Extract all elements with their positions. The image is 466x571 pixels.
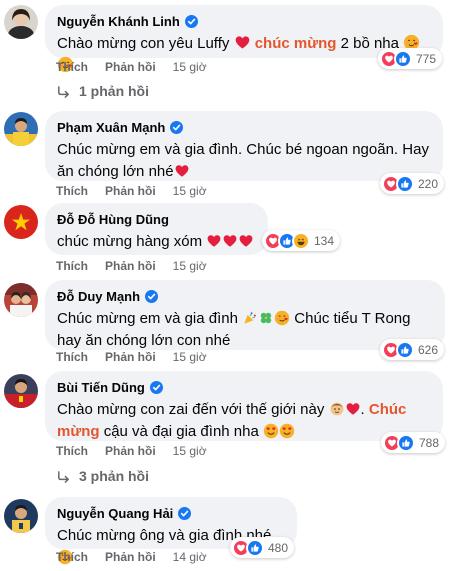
reply-link[interactable]: Phản hồi — [105, 350, 156, 364]
comment-timestamp[interactable]: 14 giờ — [173, 550, 207, 564]
reaction-count: 788 — [419, 435, 440, 450]
reaction-summary[interactable]: 220 — [380, 173, 445, 194]
comment-author[interactable]: Nguyễn Quang Hải — [57, 506, 173, 521]
like-link[interactable]: Thích — [56, 184, 88, 198]
comment-timestamp[interactable]: 15 giờ — [173, 350, 207, 364]
reaction-count: 220 — [418, 176, 439, 191]
comment-text: chúc mừng hàng xóm — [57, 231, 256, 253]
party-popper-emoji-icon — [242, 310, 258, 326]
smiling-hearts-emoji-icon — [274, 310, 290, 326]
verified-badge-icon — [145, 290, 159, 303]
comment-author[interactable]: Đỗ Đỗ Hùng Dũng — [57, 212, 169, 227]
heart-eyes-emoji-icon — [279, 423, 295, 439]
like-reaction-icon — [397, 433, 415, 452]
comment-text: Chào mừng con zai đến với thế giới này .… — [57, 401, 407, 440]
avatar[interactable] — [4, 112, 38, 146]
comment-timestamp[interactable]: 15 giờ — [173, 60, 207, 74]
red-heart-emoji-icon — [174, 163, 190, 179]
man-face-emoji-icon — [329, 401, 345, 417]
reply-link[interactable]: Phản hồi — [105, 259, 156, 273]
comment-bubble: Phạm Xuân Mạnh Chúc mừng em và gia đình.… — [45, 111, 443, 181]
avatar[interactable] — [4, 205, 38, 239]
reply-link[interactable]: Phản hồi — [105, 60, 156, 74]
like-reaction-icon — [396, 340, 414, 359]
reply-arrow-icon — [56, 84, 71, 99]
like-link[interactable]: Thích — [56, 60, 88, 74]
reaction-summary[interactable]: 134 — [262, 230, 341, 251]
reply-link[interactable]: Phản hồi — [105, 444, 156, 458]
like-reaction-icon — [246, 538, 264, 557]
reply-link[interactable]: Phản hồi — [105, 550, 156, 564]
reaction-summary[interactable]: 775 — [378, 48, 443, 69]
like-link[interactable]: Thích — [56, 550, 88, 564]
haha-reaction-icon — [292, 231, 310, 250]
avatar[interactable] — [4, 283, 38, 317]
reaction-count: 480 — [268, 540, 289, 555]
comment-text: Chúc mừng em và gia đình Chúc tiểu T Ron… — [57, 310, 411, 349]
comment-bubble: Bùi Tiến Dũng Chào mừng con zai đến với … — [45, 371, 443, 441]
avatar[interactable] — [4, 499, 38, 533]
view-replies-link[interactable]: 1 phản hồi — [56, 83, 149, 99]
avatar[interactable] — [4, 374, 38, 408]
like-reaction-icon — [396, 174, 414, 193]
comment-timestamp[interactable]: 15 giờ — [173, 444, 207, 458]
comment-bubble: Đỗ Đỗ Hùng Dũng chúc mừng hàng xóm — [45, 203, 268, 255]
reaction-count: 775 — [416, 51, 437, 66]
comment-timestamp[interactable]: 15 giờ — [173, 259, 207, 273]
red-heart-emoji-icon — [345, 401, 361, 417]
reaction-count: 134 — [314, 233, 335, 248]
reply-link[interactable]: Phản hồi — [105, 184, 156, 198]
verified-badge-icon — [170, 121, 184, 134]
verified-badge-icon — [184, 15, 198, 28]
verified-badge-icon — [149, 381, 163, 394]
comment-text: Chúc mừng em và gia đình. Chúc bé ngoan … — [57, 141, 429, 180]
reply-arrow-icon — [56, 469, 71, 484]
reaction-summary[interactable]: 480 — [230, 537, 295, 558]
reaction-count: 626 — [418, 342, 439, 357]
avatar[interactable] — [4, 5, 38, 39]
like-link[interactable]: Thích — [56, 259, 88, 273]
reaction-summary[interactable]: 788 — [381, 432, 446, 453]
verified-badge-icon — [178, 507, 192, 520]
red-heart-emoji-icon — [222, 233, 238, 249]
red-heart-emoji-icon — [238, 233, 254, 249]
reaction-summary[interactable]: 626 — [380, 339, 445, 360]
heart-eyes-emoji-icon — [263, 423, 279, 439]
four-leaf-clover-emoji-icon — [258, 310, 274, 326]
comment-timestamp[interactable]: 15 giờ — [173, 184, 207, 198]
like-link[interactable]: Thích — [56, 444, 88, 458]
comment-author[interactable]: Đỗ Duy Mạnh — [57, 289, 140, 304]
like-link[interactable]: Thích — [56, 350, 88, 364]
like-reaction-icon — [394, 49, 412, 68]
red-heart-emoji-icon — [206, 233, 222, 249]
red-heart-emoji-icon — [234, 34, 251, 51]
view-replies-link[interactable]: 3 phản hồi — [56, 468, 149, 484]
comment-author[interactable]: Bùi Tiến Dũng — [57, 380, 145, 395]
comment-author[interactable]: Phạm Xuân Mạnh — [57, 120, 165, 135]
comment-author[interactable]: Nguyễn Khánh Linh — [57, 14, 180, 29]
